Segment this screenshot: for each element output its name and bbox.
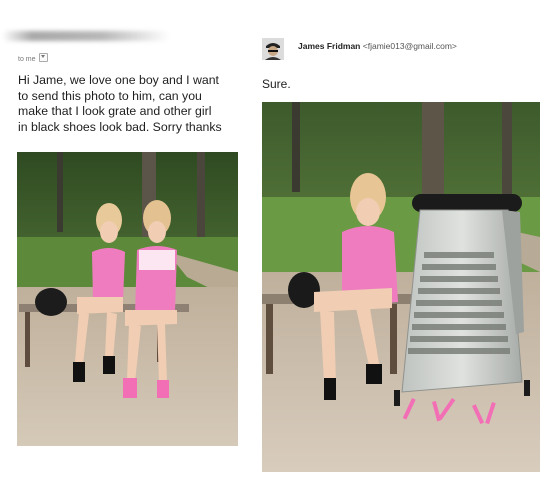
- recipient-label: to me: [18, 56, 36, 63]
- sender-line: James Fridman <fjamie013@gmail.com>: [298, 41, 457, 51]
- sender-email: <fjamie013@gmail.com>: [362, 41, 457, 51]
- sender-avatar[interactable]: [262, 38, 284, 60]
- sender-name: James Fridman: [298, 41, 361, 51]
- recipient-line: to me: [18, 53, 48, 63]
- blurred-sender-name: [2, 31, 170, 41]
- edited-photo: [262, 102, 540, 472]
- original-photo: [17, 152, 238, 446]
- avatar-icon: [262, 38, 284, 60]
- reply-message: Sure.: [262, 77, 291, 91]
- request-message: Hi Jame, we love one boy and I want to s…: [18, 73, 222, 134]
- original-photo-image: [17, 152, 238, 446]
- edited-photo-image: [262, 102, 540, 472]
- original-email-panel: to me Hi Jame, we love one boy and I wan…: [0, 0, 252, 497]
- chevron-down-icon[interactable]: [38, 53, 48, 62]
